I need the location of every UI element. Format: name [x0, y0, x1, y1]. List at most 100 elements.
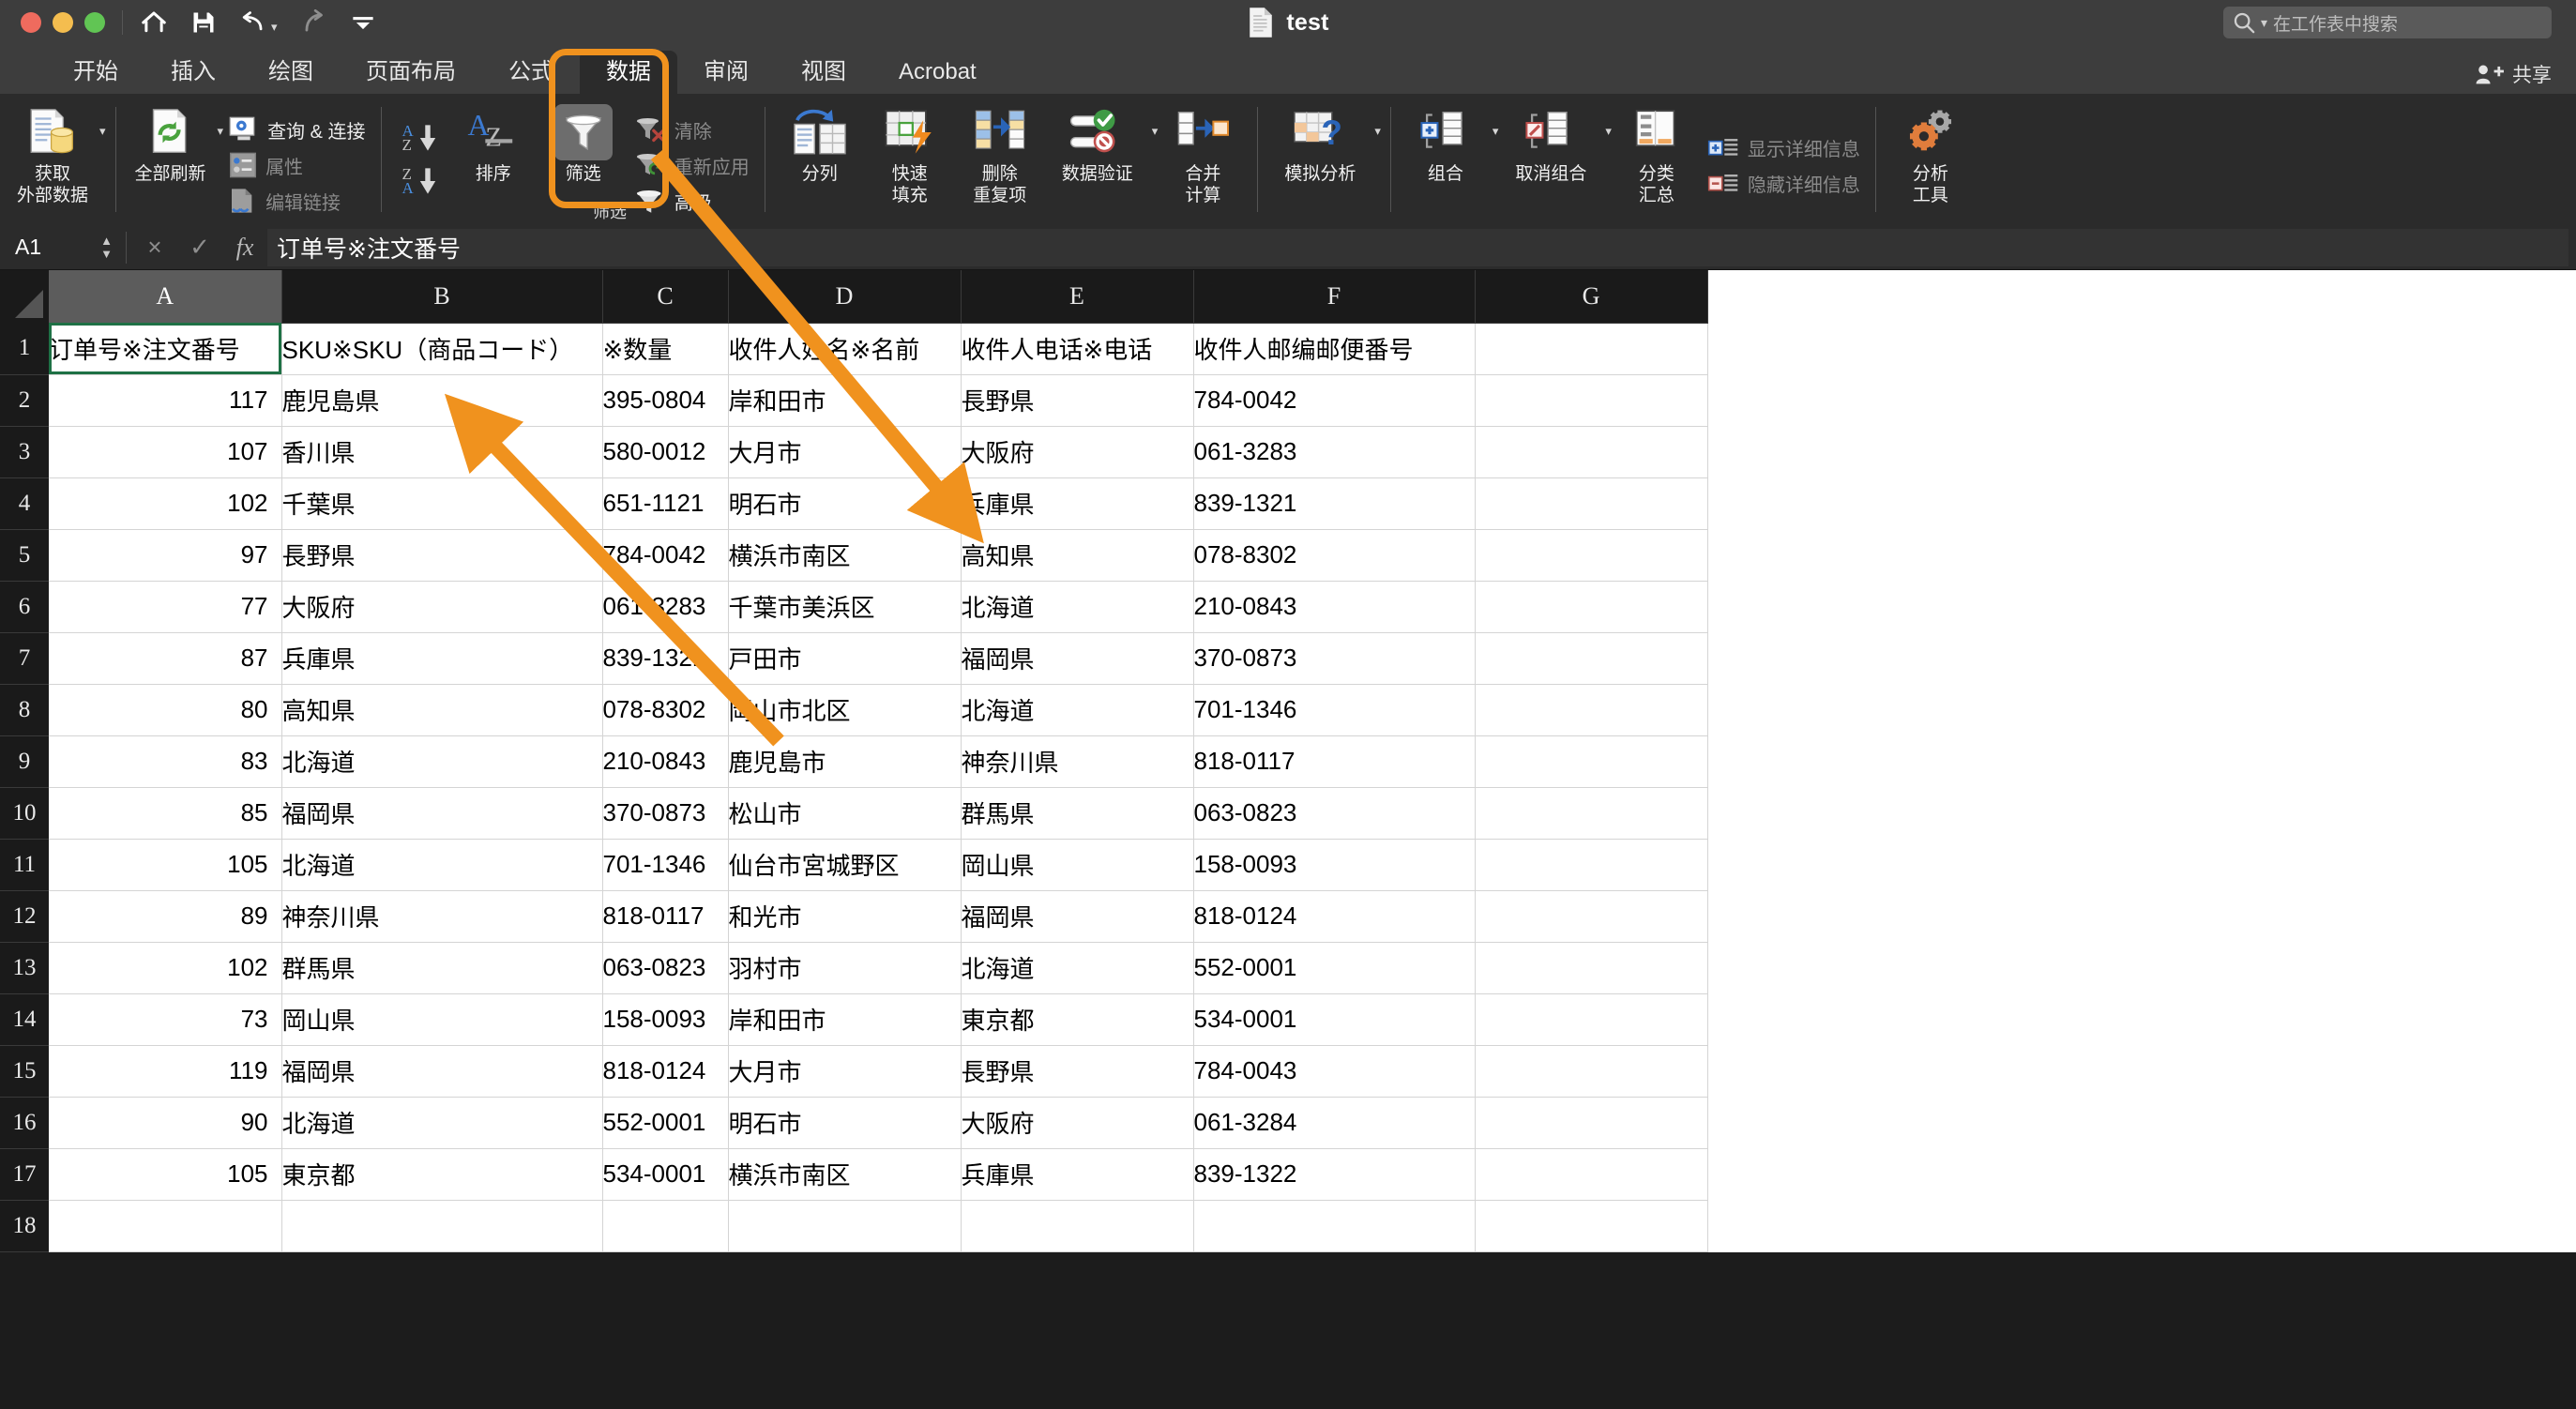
- cell-F3[interactable]: 061-3283: [1193, 426, 1475, 477]
- cell-G15[interactable]: [1475, 1045, 1707, 1097]
- column-header-a[interactable]: A: [49, 270, 281, 323]
- column-header-g[interactable]: G: [1475, 270, 1707, 323]
- row-header-15[interactable]: 15: [0, 1045, 49, 1097]
- cell-D17[interactable]: 横浜市南区: [728, 1148, 961, 1200]
- tab-start[interactable]: 开始: [47, 51, 144, 94]
- cell-F6[interactable]: 210-0843: [1193, 581, 1475, 632]
- cell-B1[interactable]: SKU※SKU（商品コード）: [281, 323, 602, 374]
- row-header-10[interactable]: 10: [0, 787, 49, 839]
- cell-D7[interactable]: 戸田市: [728, 632, 961, 684]
- cell-E14[interactable]: 東京都: [961, 993, 1193, 1045]
- cell-G16[interactable]: [1475, 1097, 1707, 1148]
- cell-E1[interactable]: 收件人电话※电话: [961, 323, 1193, 374]
- advanced-filter-button[interactable]: 高级: [634, 188, 750, 215]
- cell-A18[interactable]: [49, 1200, 281, 1251]
- cell-A7[interactable]: 87: [49, 632, 281, 684]
- row-header-17[interactable]: 17: [0, 1148, 49, 1200]
- cell-C15[interactable]: 818-0124: [602, 1045, 728, 1097]
- cell-D10[interactable]: 松山市: [728, 787, 961, 839]
- cell-A14[interactable]: 73: [49, 993, 281, 1045]
- cancel-edit-button[interactable]: ×: [132, 233, 177, 262]
- cell-D2[interactable]: 岸和田市: [728, 374, 961, 426]
- cell-E4[interactable]: 兵庫県: [961, 477, 1193, 529]
- cell-D6[interactable]: 千葉市美浜区: [728, 581, 961, 632]
- cell-C9[interactable]: 210-0843: [602, 735, 728, 787]
- name-box-stepper[interactable]: ▲▼: [100, 235, 113, 259]
- tab-review[interactable]: 审阅: [677, 51, 775, 94]
- cell-D8[interactable]: 岡山市北区: [728, 684, 961, 735]
- chevron-down-icon[interactable]: ▾: [1374, 124, 1381, 139]
- cell-G8[interactable]: [1475, 684, 1707, 735]
- cell-A11[interactable]: 105: [49, 839, 281, 890]
- name-box[interactable]: A1 ▲▼: [0, 235, 120, 260]
- cell-B12[interactable]: 神奈川県: [281, 890, 602, 942]
- cell-D5[interactable]: 横浜市南区: [728, 529, 961, 581]
- tab-draw[interactable]: 绘图: [242, 51, 340, 94]
- cell-B8[interactable]: 高知県: [281, 684, 602, 735]
- row-header-8[interactable]: 8: [0, 684, 49, 735]
- cell-E10[interactable]: 群馬県: [961, 787, 1193, 839]
- chevron-down-icon[interactable]: ▾: [2261, 15, 2267, 31]
- group-button[interactable]: 组合 ▾: [1401, 94, 1499, 225]
- close-window-button[interactable]: [21, 12, 41, 33]
- cell-B10[interactable]: 福岡県: [281, 787, 602, 839]
- cell-C10[interactable]: 370-0873: [602, 787, 728, 839]
- queries-connections-button[interactable]: 查询 & 连接: [229, 116, 365, 144]
- cell-D11[interactable]: 仙台市宮城野区: [728, 839, 961, 890]
- cell-E17[interactable]: 兵庫県: [961, 1148, 1193, 1200]
- row-header-1[interactable]: 1: [0, 323, 49, 374]
- maximize-window-button[interactable]: [84, 12, 105, 33]
- cell-B9[interactable]: 北海道: [281, 735, 602, 787]
- cell-C5[interactable]: 784-0042: [602, 529, 728, 581]
- column-header-c[interactable]: C: [602, 270, 728, 323]
- cell-F13[interactable]: 552-0001: [1193, 942, 1475, 993]
- cell-A2[interactable]: 117: [49, 374, 281, 426]
- cell-E9[interactable]: 神奈川県: [961, 735, 1193, 787]
- cell-A12[interactable]: 89: [49, 890, 281, 942]
- cell-B18[interactable]: [281, 1200, 602, 1251]
- cell-F14[interactable]: 534-0001: [1193, 993, 1475, 1045]
- remove-duplicates-button[interactable]: 删除 重复项: [955, 94, 1045, 225]
- cell-F16[interactable]: 061-3284: [1193, 1097, 1475, 1148]
- column-header-d[interactable]: D: [728, 270, 961, 323]
- flash-fill-button[interactable]: 快速 填充: [865, 94, 955, 225]
- row-header-4[interactable]: 4: [0, 477, 49, 529]
- tab-formulas[interactable]: 公式: [482, 51, 580, 94]
- cell-C3[interactable]: 580-0012: [602, 426, 728, 477]
- cell-C1[interactable]: ※数量: [602, 323, 728, 374]
- accept-edit-button[interactable]: ✓: [177, 233, 222, 262]
- cell-G11[interactable]: [1475, 839, 1707, 890]
- cell-B3[interactable]: 香川県: [281, 426, 602, 477]
- cell-G14[interactable]: [1475, 993, 1707, 1045]
- cell-E8[interactable]: 北海道: [961, 684, 1193, 735]
- cell-G2[interactable]: [1475, 374, 1707, 426]
- cell-F11[interactable]: 158-0093: [1193, 839, 1475, 890]
- cell-G13[interactable]: [1475, 942, 1707, 993]
- tab-acrobat[interactable]: Acrobat: [872, 51, 1003, 94]
- cell-E6[interactable]: 北海道: [961, 581, 1193, 632]
- tab-view[interactable]: 视图: [775, 51, 872, 94]
- cell-D1[interactable]: 收件人姓名※名前: [728, 323, 961, 374]
- cell-G3[interactable]: [1475, 426, 1707, 477]
- row-header-13[interactable]: 13: [0, 942, 49, 993]
- cell-A5[interactable]: 97: [49, 529, 281, 581]
- column-header-e[interactable]: E: [961, 270, 1193, 323]
- cell-F17[interactable]: 839-1322: [1193, 1148, 1475, 1200]
- cell-D4[interactable]: 明石市: [728, 477, 961, 529]
- cell-C2[interactable]: 395-0804: [602, 374, 728, 426]
- cell-E12[interactable]: 福岡県: [961, 890, 1193, 942]
- column-header-b[interactable]: B: [281, 270, 602, 323]
- row-header-7[interactable]: 7: [0, 632, 49, 684]
- cell-B4[interactable]: 千葉県: [281, 477, 602, 529]
- row-header-18[interactable]: 18: [0, 1200, 49, 1251]
- cell-C16[interactable]: 552-0001: [602, 1097, 728, 1148]
- refresh-all-button[interactable]: 全部刷新 ▾: [126, 94, 224, 225]
- cell-A16[interactable]: 90: [49, 1097, 281, 1148]
- consolidate-button[interactable]: 合并 计算: [1158, 94, 1248, 225]
- sort-descending-button[interactable]: ZA: [402, 167, 437, 195]
- cell-D12[interactable]: 和光市: [728, 890, 961, 942]
- cell-A6[interactable]: 77: [49, 581, 281, 632]
- cell-F7[interactable]: 370-0873: [1193, 632, 1475, 684]
- row-header-9[interactable]: 9: [0, 735, 49, 787]
- row-header-2[interactable]: 2: [0, 374, 49, 426]
